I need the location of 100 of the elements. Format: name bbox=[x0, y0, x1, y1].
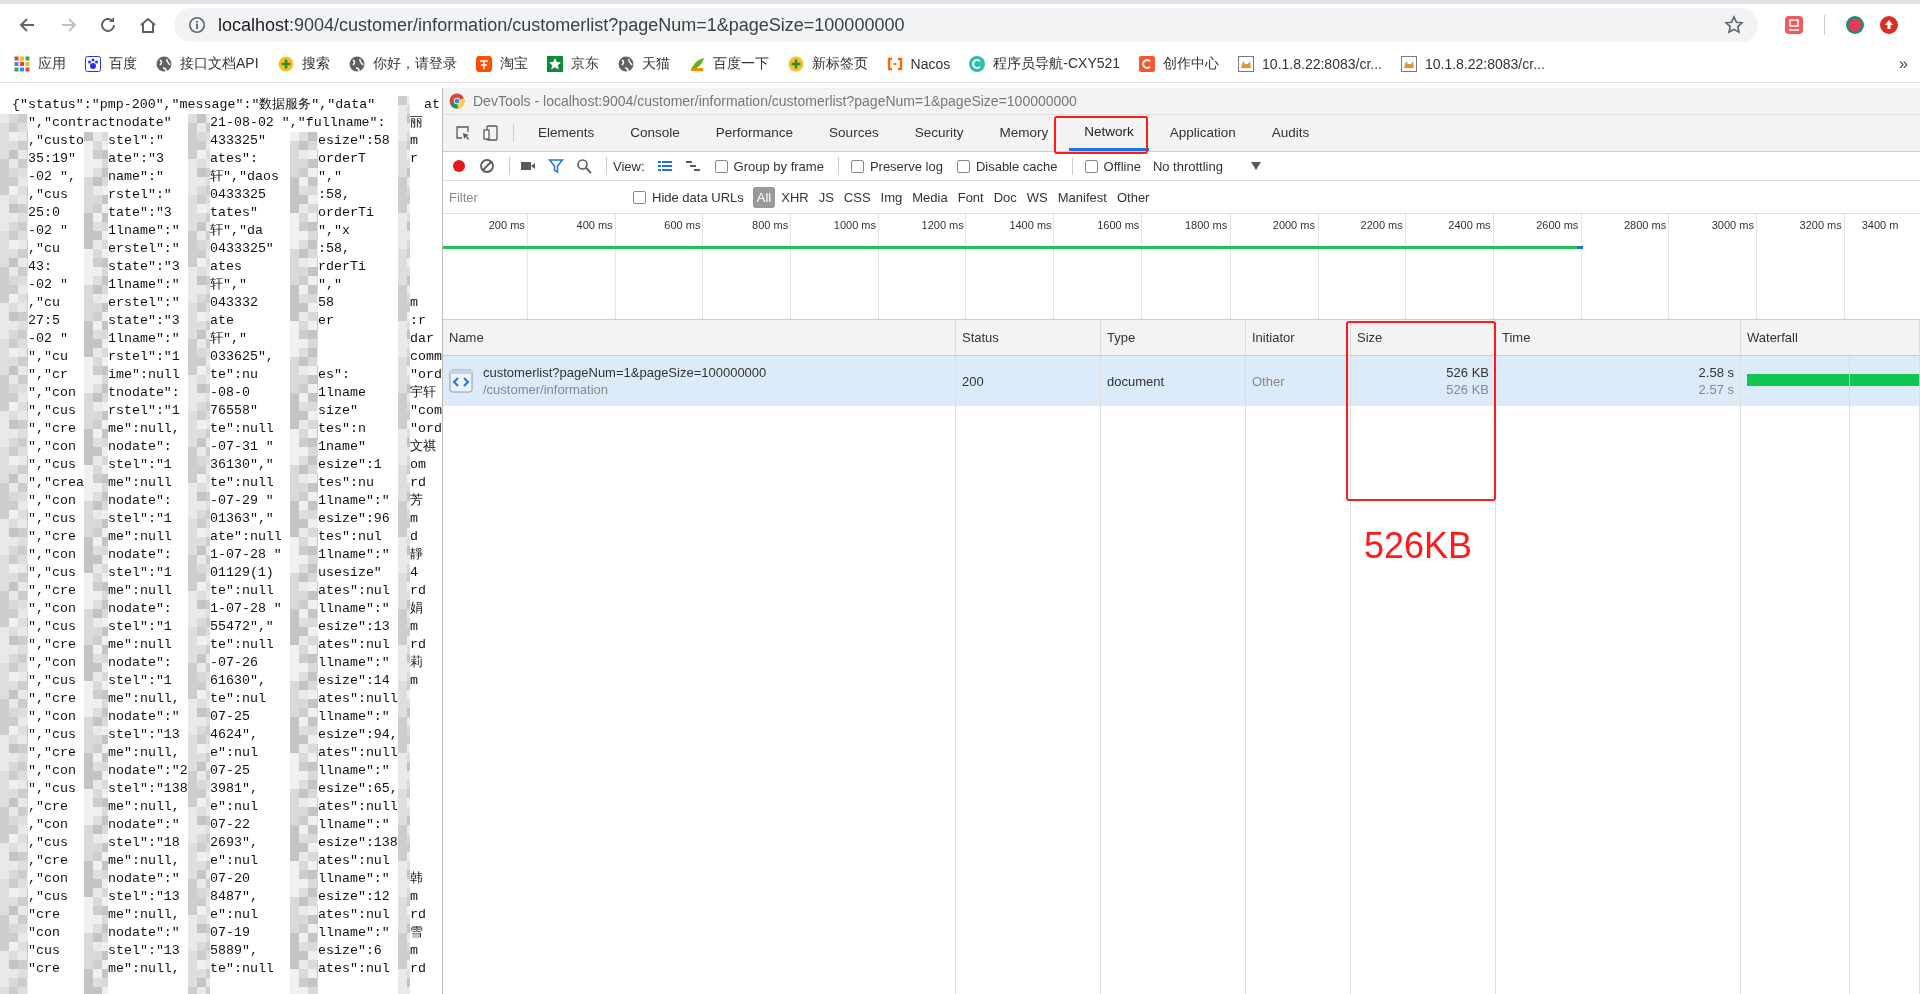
brackets-icon bbox=[886, 56, 903, 72]
bookmark-item[interactable]: 天猫 bbox=[617, 55, 670, 73]
json-text: 1-07-28 " bbox=[210, 546, 283, 564]
json-text: 61630", bbox=[210, 672, 267, 690]
bookmark-item[interactable]: 百度一下 bbox=[688, 55, 769, 73]
json-text: 07-19 bbox=[210, 924, 251, 942]
column-header[interactable]: Type bbox=[1101, 320, 1246, 356]
column-header[interactable]: Time bbox=[1496, 320, 1741, 356]
waterfall-view-icon[interactable] bbox=[684, 158, 701, 174]
resource-type-filter[interactable]: WS bbox=[1022, 186, 1052, 208]
resource-type-filter[interactable]: JS bbox=[814, 186, 838, 208]
json-text: stel":"1 bbox=[108, 456, 173, 474]
search-icon[interactable] bbox=[576, 158, 592, 174]
reload-icon[interactable] bbox=[98, 15, 118, 35]
json-text: me":null, bbox=[108, 906, 181, 924]
json-text: ","contractnodate" bbox=[28, 114, 173, 132]
json-text: rstel":" bbox=[108, 186, 173, 204]
checkbox-label: Hide data URLs bbox=[652, 189, 744, 205]
devtools-tab[interactable]: Audits bbox=[1256, 115, 1325, 151]
filter-icon[interactable] bbox=[548, 158, 564, 174]
devtools-tab[interactable]: Console bbox=[615, 115, 695, 151]
column-header[interactable]: Status bbox=[956, 320, 1101, 356]
device-toggle-icon[interactable] bbox=[483, 125, 499, 141]
json-text: stel":" bbox=[108, 132, 165, 150]
clear-icon[interactable] bbox=[479, 158, 495, 174]
devtools-tab[interactable]: Elements bbox=[523, 115, 610, 151]
disable-cache-checkbox[interactable] bbox=[956, 159, 970, 173]
resource-type-filter[interactable]: CSS bbox=[839, 186, 875, 208]
json-text: ","con bbox=[28, 384, 77, 402]
devtools-tab[interactable]: Network bbox=[1069, 115, 1149, 151]
dropdown-caret-icon[interactable] bbox=[1250, 162, 1261, 170]
devtools-tab[interactable]: Sources bbox=[814, 115, 894, 151]
request-name-cell[interactable]: customerlist?pageNum=1&pageSize=100000000 /customer/information bbox=[443, 356, 956, 406]
inspect-icon[interactable] bbox=[455, 125, 471, 141]
bookmark-item[interactable]: Nacos bbox=[886, 56, 951, 72]
hide-data-urls-checkbox[interactable] bbox=[633, 190, 646, 204]
resource-type-filter[interactable]: Font bbox=[953, 186, 988, 208]
bookmark-item[interactable]: 10.1.8.22:8083/cr... bbox=[1400, 56, 1545, 72]
group-by-frame-checkbox[interactable] bbox=[714, 159, 728, 173]
info-icon[interactable] bbox=[188, 16, 206, 34]
bookmark-item[interactable]: 京东 bbox=[546, 55, 599, 73]
extension-icon[interactable] bbox=[1784, 15, 1804, 35]
bookmark-star-icon[interactable] bbox=[1724, 15, 1744, 35]
timeline-tick-label: 3000 ms bbox=[1710, 218, 1755, 233]
json-text: 1lname":" bbox=[108, 330, 181, 348]
address-bar[interactable]: localhost:9004/customer/information/customerlist?pageNum=1&pageSize=100000000 bbox=[174, 8, 1758, 42]
bookmark-item[interactable]: 你好，请登录 bbox=[348, 55, 457, 73]
bookmarks-overflow-button[interactable]: » bbox=[1899, 55, 1908, 73]
resource-type-filter[interactable]: Img bbox=[876, 186, 907, 208]
devtools-tab[interactable]: Memory bbox=[984, 115, 1064, 151]
column-header[interactable]: Name bbox=[443, 320, 956, 356]
record-icon[interactable] bbox=[451, 158, 467, 174]
json-text: 043332 bbox=[210, 294, 259, 312]
upload-icon[interactable] bbox=[1879, 15, 1899, 35]
home-icon[interactable] bbox=[138, 15, 158, 35]
column-header[interactable]: Initiator bbox=[1246, 320, 1351, 356]
view-label: View: bbox=[613, 158, 645, 174]
json-text: "cus bbox=[28, 942, 61, 960]
bookmark-item[interactable]: 创作中心 bbox=[1139, 55, 1220, 73]
bookmark-item[interactable]: 搜索 bbox=[277, 55, 330, 73]
resource-type-filter[interactable]: Media bbox=[908, 186, 952, 208]
resource-type-filter[interactable]: XHR bbox=[777, 186, 813, 208]
devtools-tab[interactable]: Application bbox=[1154, 115, 1251, 151]
json-text: rstel":"1 bbox=[108, 348, 181, 366]
checkbox-label: Offline bbox=[1103, 158, 1141, 174]
json-text: 01129(1) bbox=[210, 564, 275, 582]
resource-type-filter[interactable]: Doc bbox=[989, 186, 1021, 208]
devtools-tab[interactable]: Security bbox=[899, 115, 979, 151]
throttling-dropdown[interactable]: No throttling bbox=[1152, 158, 1223, 174]
json-text: llname":" bbox=[318, 708, 391, 726]
json-text: 433325" bbox=[210, 132, 267, 150]
json-text: ","con bbox=[28, 654, 77, 672]
preserve-log-checkbox[interactable] bbox=[850, 159, 864, 173]
bookmark-item[interactable]: 应用 bbox=[14, 55, 66, 73]
url-text: localhost:9004/customer/information/customerlist?pageNum=1&pageSize=100000000 bbox=[218, 14, 906, 36]
devtools-tab[interactable]: Performance bbox=[700, 115, 809, 151]
column-header[interactable]: Size bbox=[1351, 320, 1496, 356]
json-text: ","cr bbox=[28, 366, 69, 384]
status-code: 200 bbox=[962, 373, 984, 389]
json-text: ","cus bbox=[28, 564, 77, 582]
resource-type-filter[interactable]: Manifest bbox=[1053, 186, 1111, 208]
bookmark-item[interactable]: 10.1.8.22:8083/cr... bbox=[1238, 56, 1382, 72]
resource-type-filter[interactable]: Other bbox=[1112, 186, 1154, 208]
leaf-icon bbox=[688, 56, 705, 72]
offline-checkbox[interactable] bbox=[1084, 159, 1098, 173]
bookmark-item[interactable]: 淘宝 bbox=[475, 55, 528, 73]
json-text: ","cre bbox=[28, 582, 77, 600]
bookmark-item[interactable]: 接口文档API bbox=[156, 55, 259, 73]
json-text: rstel":"1 bbox=[108, 402, 181, 420]
column-header[interactable]: Waterfall bbox=[1741, 320, 1920, 356]
bookmark-item[interactable]: 百度 bbox=[85, 55, 137, 73]
json-text: tnodate": bbox=[108, 384, 181, 402]
json-text: usesize" bbox=[318, 564, 383, 582]
json-text: ","cre bbox=[28, 744, 77, 762]
bookmark-item[interactable]: 程序员导航-CXY521 bbox=[969, 55, 1121, 73]
list-view-icon[interactable] bbox=[656, 158, 673, 174]
json-text: 雪 bbox=[410, 924, 424, 942]
bookmark-item[interactable]: 新标签页 bbox=[787, 55, 868, 73]
watermelon-icon[interactable] bbox=[1845, 15, 1865, 35]
json-text: ","cus bbox=[28, 726, 77, 744]
